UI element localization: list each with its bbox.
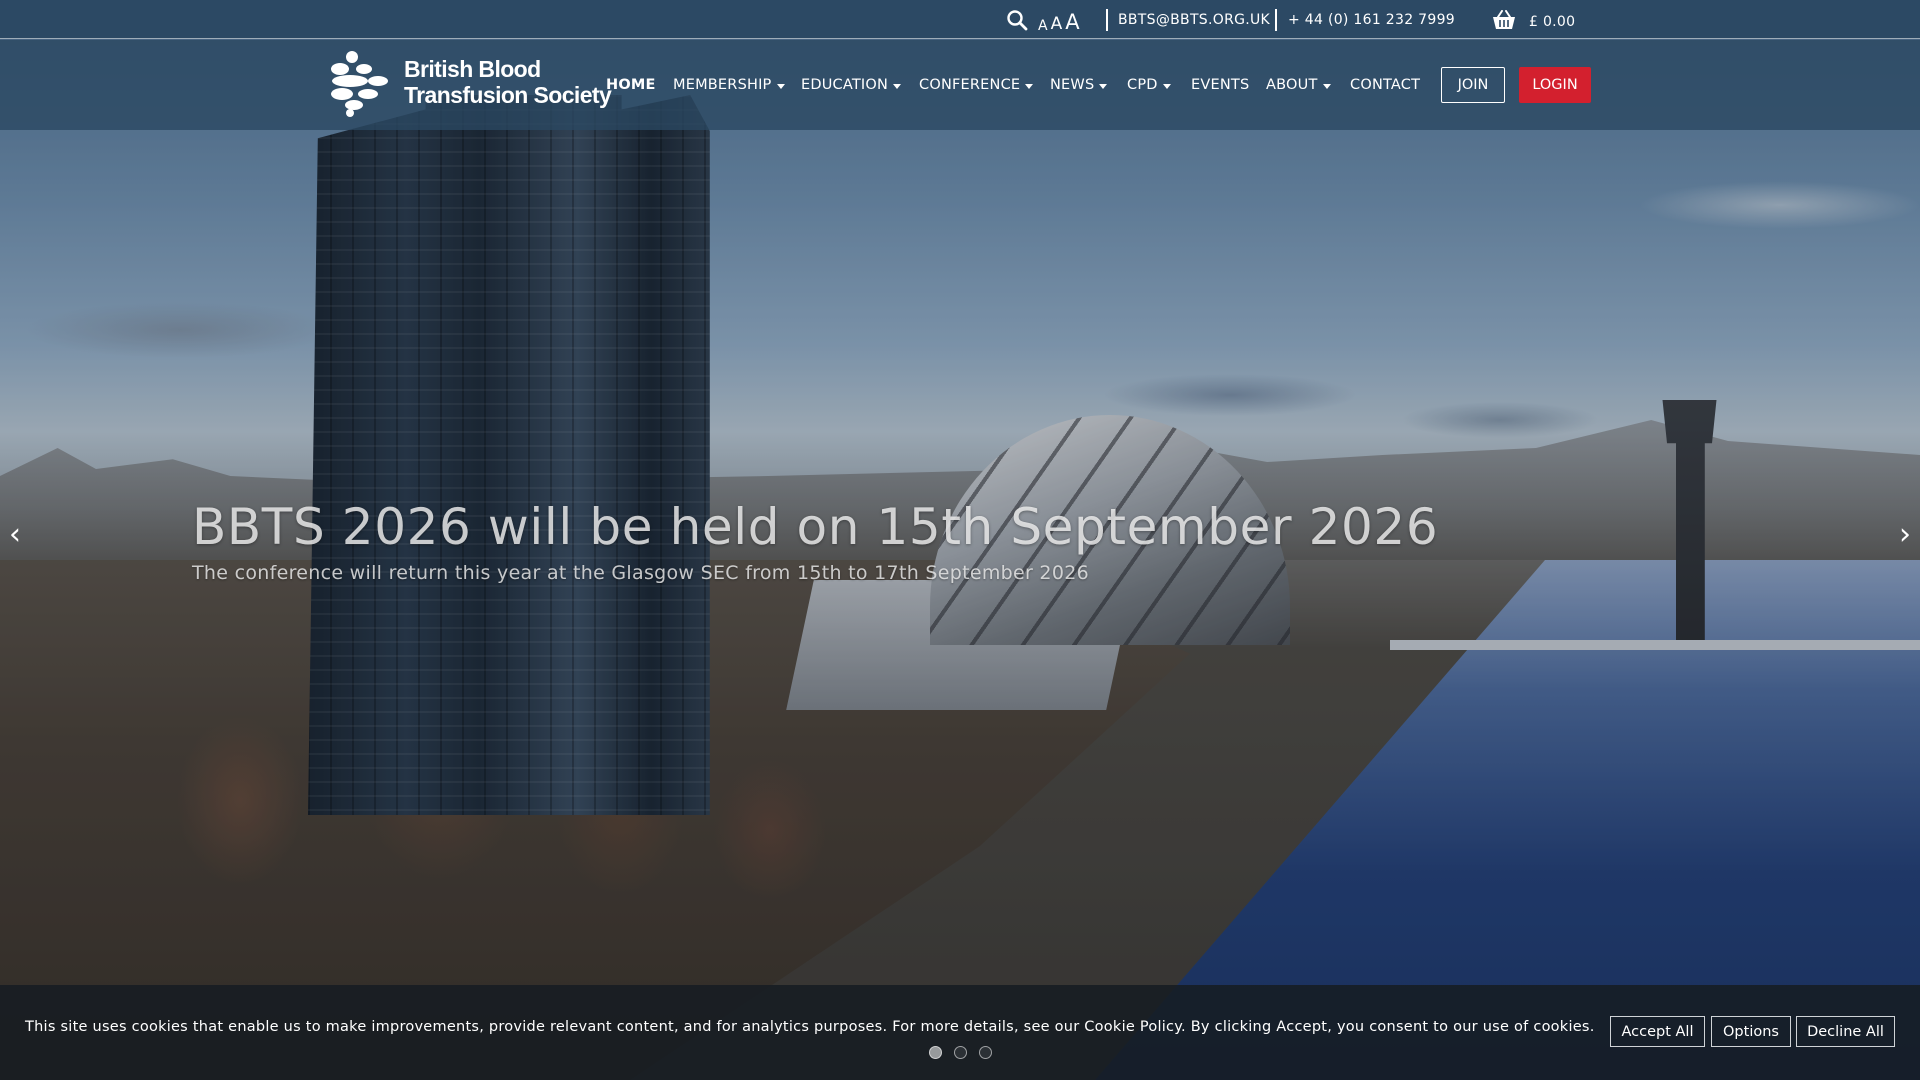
chevron-left-icon[interactable]: ‹	[0, 520, 30, 550]
nav-education-label: EDUCATION	[801, 77, 889, 93]
basket-icon[interactable]	[1492, 10, 1516, 30]
phone-link[interactable]: + 44 (0) 161 232 7999	[1288, 0, 1455, 39]
nav-contact[interactable]: CONTACT	[1350, 40, 1420, 130]
nav-education[interactable]: EDUCATION	[801, 40, 902, 130]
slider-pagination	[929, 1046, 992, 1059]
slide-dot[interactable]	[979, 1046, 992, 1059]
nav-membership[interactable]: MEMBERSHIP	[673, 40, 785, 130]
brand-line-2: Transfusion Society	[404, 82, 612, 108]
caret-down-icon	[1162, 83, 1171, 89]
nav-events-label: EVENTS	[1191, 77, 1250, 93]
nav-cpd-label: CPD	[1127, 77, 1158, 93]
accept-all-button[interactable]: Accept All	[1610, 1016, 1705, 1047]
nav-cpd[interactable]: CPD	[1127, 40, 1171, 130]
bbts-logo-icon[interactable]	[328, 51, 392, 117]
divider	[1106, 9, 1108, 31]
nav-home[interactable]: HOME	[606, 40, 656, 130]
slide-subtitle: The conference will return this year at …	[192, 562, 1089, 584]
nav-home-label: HOME	[606, 77, 656, 93]
slide-dot[interactable]	[954, 1046, 967, 1059]
font-size-controls: A A A	[1038, 6, 1080, 34]
font-size-large-button[interactable]: A	[1065, 10, 1079, 34]
basket-total[interactable]: £ 0.00	[1529, 2, 1575, 41]
join-button[interactable]: JOIN	[1441, 67, 1505, 103]
caret-down-icon	[893, 83, 902, 89]
nav-membership-label: MEMBERSHIP	[673, 77, 772, 93]
search-icon[interactable]	[1006, 9, 1028, 31]
nav-news-label: NEWS	[1050, 77, 1095, 93]
email-link[interactable]: BBTS@BBTS.ORG.UK	[1118, 0, 1270, 39]
nav-events[interactable]: EVENTS	[1191, 40, 1249, 130]
caret-down-icon	[1322, 83, 1331, 89]
options-button[interactable]: Options	[1711, 1016, 1791, 1047]
font-size-medium-button[interactable]: A	[1051, 14, 1063, 34]
brand-line-1: British Blood	[404, 56, 541, 82]
login-button[interactable]: LOGIN	[1519, 67, 1591, 103]
nav-conference-label: CONFERENCE	[919, 77, 1021, 93]
slide-title[interactable]: BBTS 2026 will be held on 15th September…	[192, 498, 1438, 556]
font-size-small-button[interactable]: A	[1038, 18, 1048, 34]
nav-about-label: ABOUT	[1266, 77, 1318, 93]
brand-name[interactable]: British Blood Transfusion Society	[404, 56, 612, 108]
caret-down-icon	[1025, 83, 1034, 89]
divider	[1275, 9, 1277, 31]
chevron-right-icon[interactable]: ›	[1890, 520, 1920, 550]
nav-contact-label: CONTACT	[1350, 77, 1421, 93]
caret-down-icon	[1099, 83, 1108, 89]
slide-dot[interactable]	[929, 1046, 942, 1059]
nav-about[interactable]: ABOUT	[1266, 40, 1331, 130]
caret-down-icon	[776, 83, 785, 89]
cookie-message: This site uses cookies that enable us to…	[25, 1019, 1595, 1035]
utility-bar: A A A BBTS@BBTS.ORG.UK + 44 (0) 161 232 …	[0, 0, 1920, 39]
nav-news[interactable]: NEWS	[1050, 40, 1108, 130]
decline-all-button[interactable]: Decline All	[1796, 1016, 1895, 1047]
nav-conference[interactable]: CONFERENCE	[919, 40, 1034, 130]
